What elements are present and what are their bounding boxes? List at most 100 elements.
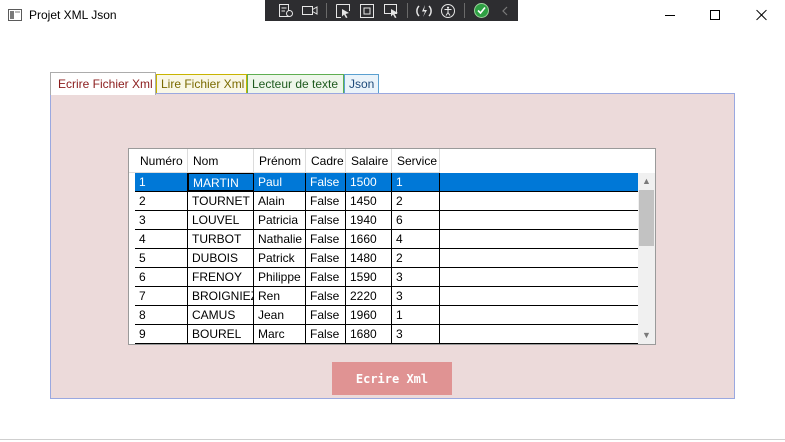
cell-service[interactable]: 1 (392, 173, 440, 191)
cell-numero[interactable]: 2 (135, 192, 188, 210)
cell-numero[interactable]: 1 (135, 173, 188, 191)
cell-service[interactable]: 3 (392, 268, 440, 286)
cell-nom[interactable]: TURBOT (188, 230, 254, 248)
cell-cadre[interactable]: False (306, 325, 346, 343)
cell-numero[interactable]: 7 (135, 287, 188, 305)
employees-data-grid[interactable]: Numéro Nom Prénom Cadre Salaire Service … (128, 148, 656, 345)
cell-cadre[interactable]: False (306, 192, 346, 210)
cell-nom[interactable]: BOUREL (188, 325, 254, 343)
cell-numero[interactable]: 3 (135, 211, 188, 229)
window-icon (8, 9, 22, 21)
table-row[interactable]: 5 DUBOIS Patrick False 1480 2 (135, 249, 638, 268)
column-header-numero[interactable]: Numéro (129, 149, 188, 173)
cell-prenom[interactable]: Patrick (254, 249, 306, 267)
cell-nom[interactable]: LOUVEL (188, 211, 254, 229)
cell-salaire[interactable]: 2220 (346, 287, 392, 305)
table-row[interactable]: 6 FRENOY Philippe False 1590 3 (135, 268, 638, 287)
cell-salaire[interactable]: 1480 (346, 249, 392, 267)
table-row[interactable]: 3 LOUVEL Patricia False 1940 6 (135, 211, 638, 230)
cell-service[interactable]: 6 (392, 211, 440, 229)
column-header-service[interactable]: Service (392, 149, 440, 173)
cell-nom[interactable]: FRENOY (188, 268, 254, 286)
grid-rows: 1 MARTIN Paul False 1500 1 2 TOURNET Alain False 1… (135, 173, 638, 344)
minimize-button[interactable] (647, 0, 693, 30)
cell-numero[interactable]: 6 (135, 268, 188, 286)
cell-salaire[interactable]: 1450 (346, 192, 392, 210)
tab-json[interactable]: Json (344, 74, 379, 94)
cell-cadre[interactable]: False (306, 306, 346, 324)
row-filler (440, 325, 638, 343)
cell-numero[interactable]: 5 (135, 249, 188, 267)
cell-prenom[interactable]: Patricia (254, 211, 306, 229)
cell-cadre[interactable]: False (306, 249, 346, 267)
track-focus-icon[interactable] (380, 2, 402, 19)
scroll-up-icon[interactable]: ▲ (638, 173, 655, 190)
scroll-track[interactable] (638, 190, 655, 327)
cell-prenom[interactable]: Jean (254, 306, 306, 324)
cell-cadre[interactable]: False (306, 230, 346, 248)
live-visual-tree-icon[interactable] (275, 2, 297, 19)
cell-service[interactable]: 3 (392, 325, 440, 343)
tab-lecteur-de-texte[interactable]: Lecteur de texte (247, 74, 344, 94)
column-header-cadre[interactable]: Cadre (306, 149, 346, 173)
cell-salaire[interactable]: 1940 (346, 211, 392, 229)
cell-cadre[interactable]: False (306, 211, 346, 229)
cell-service[interactable]: 1 (392, 306, 440, 324)
table-row[interactable]: 4 TURBOT Nathalie False 1660 4 (135, 230, 638, 249)
cell-numero[interactable]: 4 (135, 230, 188, 248)
cell-nom[interactable]: BROIGNIEZ (188, 287, 254, 305)
cell-salaire[interactable]: 1960 (346, 306, 392, 324)
accessibility-icon[interactable] (437, 2, 459, 19)
check-icon[interactable] (470, 2, 492, 19)
cell-service[interactable]: 3 (392, 287, 440, 305)
table-row[interactable]: 2 TOURNET Alain False 1450 2 (135, 192, 638, 211)
cell-salaire[interactable]: 1680 (346, 325, 392, 343)
cell-prenom[interactable]: Paul (254, 173, 306, 191)
tab-ecrire-fichier-xml[interactable]: Ecrire Fichier Xml (50, 72, 156, 95)
close-button[interactable] (739, 0, 785, 30)
cell-numero[interactable]: 8 (135, 306, 188, 324)
vertical-scrollbar[interactable]: ▲ ▼ (638, 173, 655, 344)
cell-cadre[interactable]: False (306, 287, 346, 305)
cell-prenom[interactable]: Marc (254, 325, 306, 343)
cell-prenom[interactable]: Alain (254, 192, 306, 210)
row-filler (440, 306, 638, 324)
ecrire-xml-button[interactable]: Ecrire Xml (332, 362, 452, 395)
cell-numero[interactable]: 9 (135, 325, 188, 343)
collapse-icon[interactable] (494, 2, 516, 19)
column-header-nom[interactable]: Nom (188, 149, 254, 173)
cell-salaire[interactable]: 1500 (346, 173, 392, 191)
column-header-prenom[interactable]: Prénom (254, 149, 306, 173)
column-header-salaire[interactable]: Salaire (346, 149, 392, 173)
table-row[interactable]: 1 MARTIN Paul False 1500 1 (135, 173, 638, 192)
cell-service[interactable]: 2 (392, 192, 440, 210)
record-icon[interactable] (299, 2, 321, 19)
tab-content-panel: Numéro Nom Prénom Cadre Salaire Service … (50, 93, 735, 399)
window-title: Projet XML Json (29, 8, 117, 22)
table-row[interactable]: 8 CAMUS Jean False 1960 1 (135, 306, 638, 325)
cell-service[interactable]: 4 (392, 230, 440, 248)
debug-toolbar (265, 0, 518, 21)
cell-nom[interactable]: MARTIN (188, 173, 254, 191)
scroll-thumb[interactable] (639, 190, 654, 246)
cell-salaire[interactable]: 1660 (346, 230, 392, 248)
maximize-button[interactable] (692, 0, 738, 30)
cell-nom[interactable]: TOURNET (188, 192, 254, 210)
cell-prenom[interactable]: Ren (254, 287, 306, 305)
table-row[interactable]: 7 BROIGNIEZ Ren False 2220 3 (135, 287, 638, 306)
tab-lire-fichier-xml[interactable]: Lire Fichier Xml (156, 74, 247, 94)
cell-nom[interactable]: CAMUS (188, 306, 254, 324)
cell-cadre[interactable]: False (306, 268, 346, 286)
table-row[interactable]: 9 BOUREL Marc False 1680 3 (135, 325, 638, 344)
select-element-icon[interactable] (332, 2, 354, 19)
cell-prenom[interactable]: Philippe (254, 268, 306, 286)
cell-prenom[interactable]: Nathalie (254, 230, 306, 248)
close-icon (756, 9, 768, 21)
cell-nom[interactable]: DUBOIS (188, 249, 254, 267)
cell-cadre[interactable]: False (306, 173, 346, 191)
scroll-down-icon[interactable]: ▼ (638, 327, 655, 344)
hot-reload-icon[interactable] (413, 2, 435, 19)
cell-service[interactable]: 2 (392, 249, 440, 267)
cell-salaire[interactable]: 1590 (346, 268, 392, 286)
display-layout-adorners-icon[interactable] (356, 2, 378, 19)
